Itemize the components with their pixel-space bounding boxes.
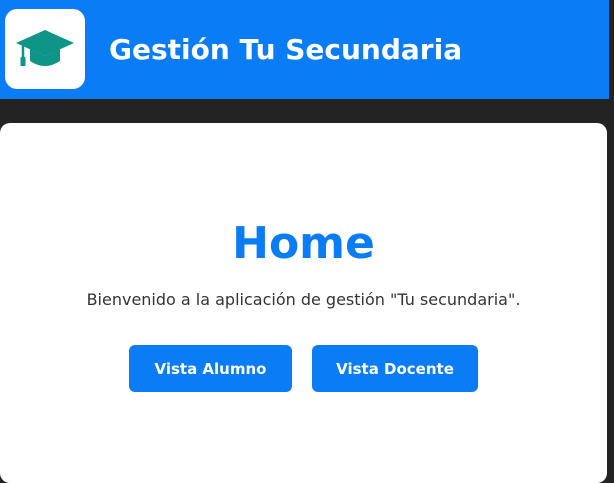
graduation-cap-icon xyxy=(15,28,75,70)
welcome-text: Bienvenido a la aplicación de gestión "T… xyxy=(86,290,521,309)
vista-docente-button[interactable]: Vista Docente xyxy=(312,345,478,392)
app-header: Gestión Tu Secundaria xyxy=(0,0,614,99)
page-title: Home xyxy=(232,218,375,269)
app-title: Gestión Tu Secundaria xyxy=(109,33,463,66)
window-edge xyxy=(609,0,614,99)
vista-alumno-button[interactable]: Vista Alumno xyxy=(129,345,292,392)
main-card: Home Bienvenido a la aplicación de gesti… xyxy=(0,123,607,483)
app-logo xyxy=(5,9,85,89)
